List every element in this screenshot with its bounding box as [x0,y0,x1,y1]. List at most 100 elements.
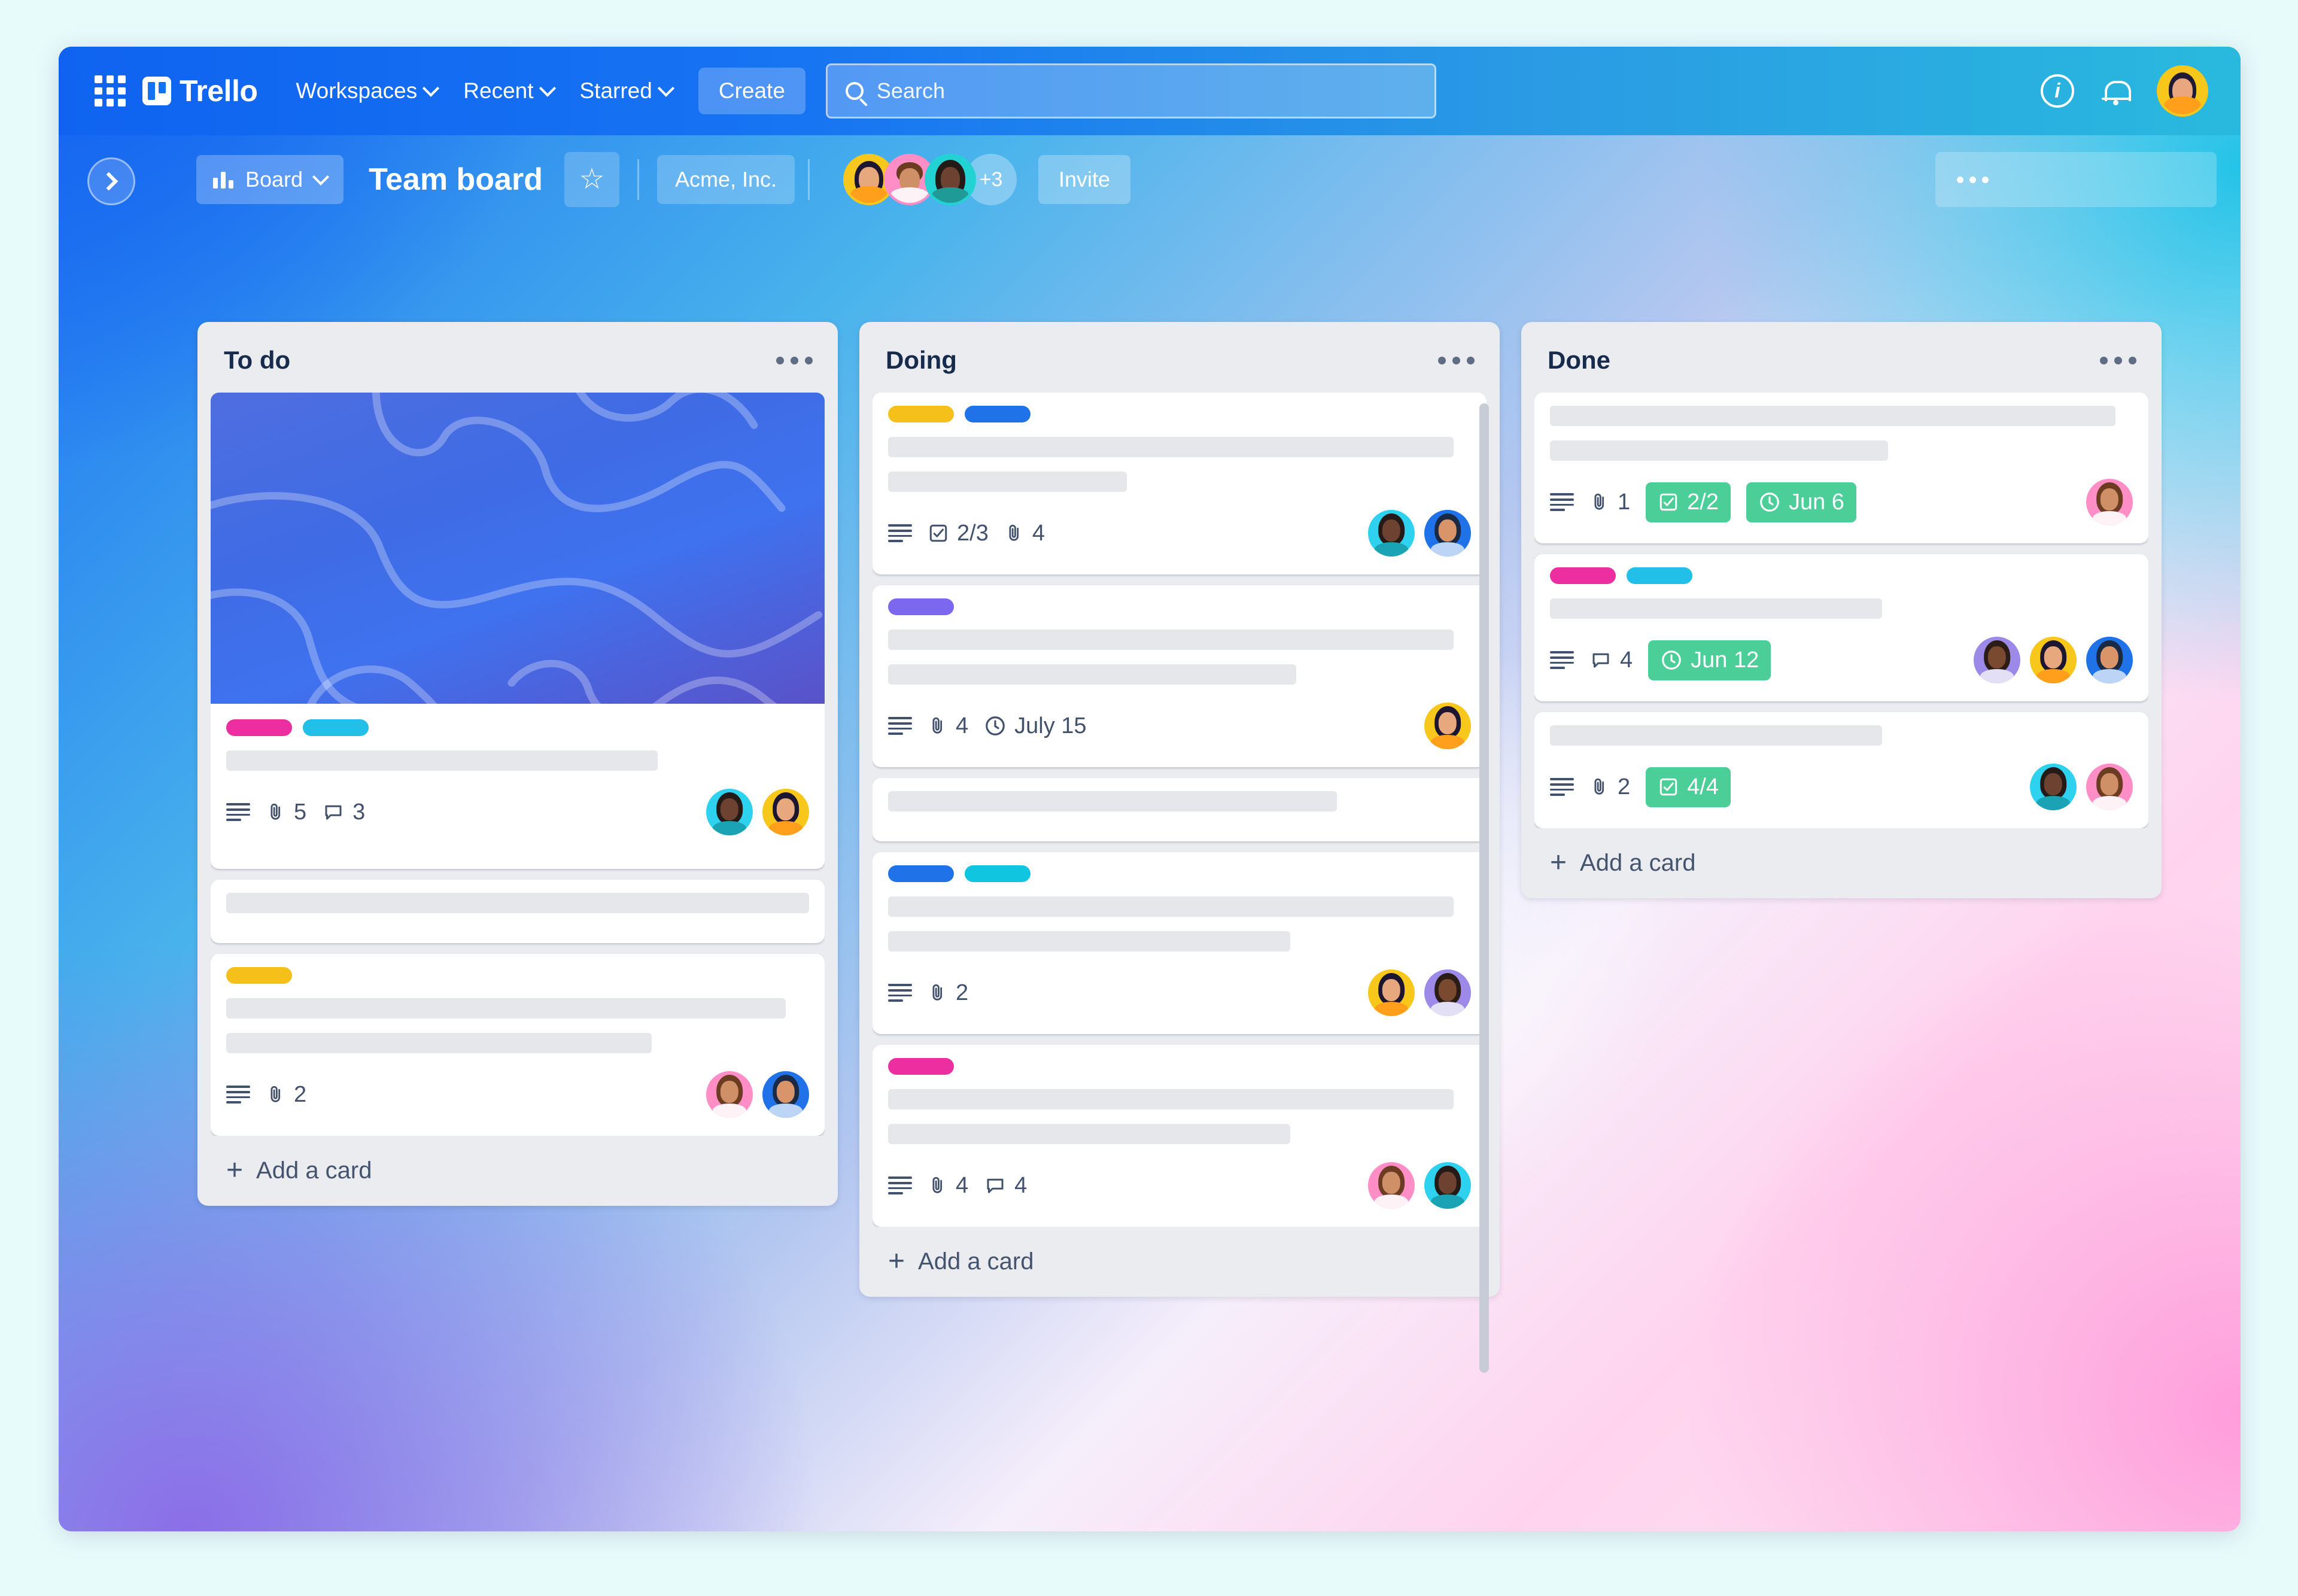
card-members [2086,479,2133,525]
list-header: Done [1534,335,2148,393]
chevron-down-icon [539,80,556,97]
comment-count: 4 [1014,1172,1028,1198]
card-label[interactable] [888,1058,954,1075]
clock-icon [984,715,1007,737]
card-title-placeholder [888,437,1454,457]
plus-icon: + [1550,847,1567,879]
add-card-button[interactable]: + Add a card [873,1227,1487,1286]
invite-button[interactable]: Invite [1038,155,1131,204]
card-label[interactable] [226,967,292,984]
due-date-complete-badge[interactable]: Jun 6 [1746,482,1856,522]
card[interactable]: 4 July 15 [873,585,1487,767]
card-label[interactable] [965,406,1031,422]
list-menu-button[interactable] [1438,356,1475,364]
due-date-badge[interactable]: July 15 [984,713,1087,739]
checklist-complete-badge[interactable]: 4/4 [1646,767,1731,807]
comment-count: 4 [1620,647,1633,673]
trello-logo[interactable]: Trello [142,74,258,108]
attachment-count: 4 [956,713,969,738]
card-label[interactable] [303,719,369,736]
card-badges: 4 July 15 [888,700,1471,752]
clock-icon [1660,649,1683,671]
card-members [1368,1162,1471,1209]
grid-apps-icon[interactable] [95,75,126,107]
avatar[interactable] [925,154,977,205]
avatar[interactable] [762,789,809,835]
card-label[interactable] [965,865,1031,882]
board-menu-button[interactable] [1935,152,2217,207]
card[interactable] [873,778,1487,841]
create-button[interactable]: Create [698,68,805,114]
page-title: Team board [369,162,543,197]
info-icon[interactable]: i [2041,74,2074,108]
card-badges: 2 [888,967,1471,1019]
list-title: Doing [886,346,957,374]
card[interactable]: 2 [211,954,825,1136]
card[interactable]: 44 [873,1045,1487,1227]
card-badges: 2 [226,1069,809,1120]
card[interactable]: 4 Jun 12 [1534,554,2148,701]
card[interactable]: 2 [873,852,1487,1034]
card-title-placeholder [226,893,809,913]
avatar[interactable] [2030,764,2077,810]
avatar[interactable] [1424,510,1471,557]
card[interactable]: 53 [211,393,825,869]
avatar[interactable] [1368,969,1415,1016]
nav-label: Recent [463,78,534,103]
avatar[interactable] [2086,637,2133,683]
avatar[interactable] [2086,764,2133,810]
card-label[interactable] [1627,567,1692,584]
search-input[interactable]: Search [825,63,1436,118]
card-title-placeholder [888,472,1127,492]
attachment-badge: 4 [928,1173,968,1199]
checklist-complete-badge[interactable]: 2/2 [1646,482,1731,522]
nav-item-recent[interactable]: Recent [450,70,566,112]
account-avatar[interactable] [2157,65,2208,117]
card-label[interactable] [888,598,954,615]
board-view-switcher[interactable]: Board [196,155,344,204]
comment-icon [322,801,345,823]
description-badge [888,1177,912,1194]
card[interactable] [211,880,825,943]
avatar[interactable] [762,1071,809,1118]
card-label[interactable] [888,865,954,882]
list-scrollbar[interactable] [1479,403,1489,1373]
nav-item-starred[interactable]: Starred [567,70,685,112]
card[interactable]: 1 2/2 Jun 6 [1534,393,2148,543]
card-label[interactable] [1550,567,1616,584]
add-card-button[interactable]: + Add a card [211,1136,825,1195]
card-label[interactable] [888,406,954,422]
description-badge [226,803,250,821]
chevron-down-icon [422,80,440,97]
attachment-badge: 2 [266,1082,306,1108]
description-badge [1550,493,1574,511]
avatar[interactable] [1424,703,1471,749]
star-board-button[interactable]: ☆ [564,152,619,207]
avatar[interactable] [1368,510,1415,557]
list-menu-button[interactable] [776,356,813,364]
card-title-placeholder [888,1124,1291,1144]
list-cards-scroll: 53 2 [211,393,825,1136]
avatar[interactable] [1368,1162,1415,1209]
workspace-name-button[interactable]: Acme, Inc. [656,155,795,204]
card-badges: 1 2/2 Jun 6 [1550,476,2133,528]
attachment-count: 1 [1618,489,1631,515]
list-menu-button[interactable] [2100,356,2136,364]
card-label[interactable] [226,719,292,736]
avatar[interactable] [706,1071,753,1118]
avatar[interactable] [706,789,753,835]
avatar[interactable] [2086,479,2133,525]
top-navigation-bar: Trello Workspaces Recent Starred Create … [59,47,2241,135]
due-date-complete-badge[interactable]: Jun 12 [1648,640,1771,680]
card[interactable]: 2 4/4 [1534,712,2148,828]
avatar[interactable] [1974,637,2020,683]
nav-item-workspaces[interactable]: Workspaces [282,70,450,112]
avatar[interactable] [2030,637,2077,683]
avatar[interactable] [1424,969,1471,1016]
sidebar-expand-button[interactable] [87,157,135,205]
avatar[interactable] [1424,1162,1471,1209]
divider [808,159,810,200]
add-card-button[interactable]: + Add a card [1534,828,2148,887]
notifications-bell-icon[interactable] [2102,77,2131,105]
card[interactable]: 2/3 4 [873,393,1487,574]
